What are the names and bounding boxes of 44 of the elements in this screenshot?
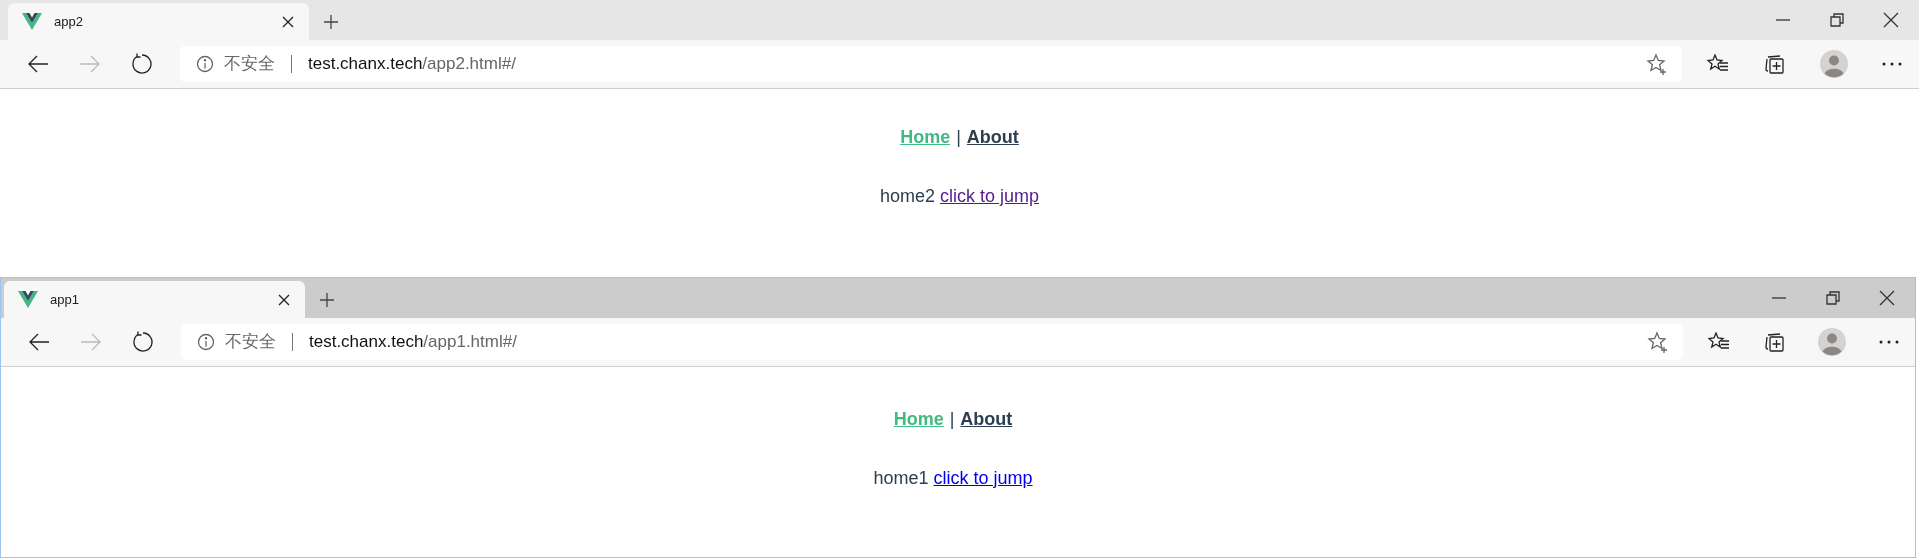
favorite-icon[interactable] bbox=[1646, 53, 1668, 75]
new-tab-icon[interactable] bbox=[319, 291, 335, 308]
avatar-icon[interactable] bbox=[1819, 50, 1848, 78]
url-text: test.chanx.tech/app1.html#/ bbox=[309, 331, 518, 354]
refresh-icon[interactable] bbox=[131, 53, 153, 75]
back-icon[interactable] bbox=[28, 332, 50, 352]
security-label: 不安全 bbox=[225, 331, 276, 354]
tab-title: app1 bbox=[50, 290, 80, 309]
close-icon[interactable] bbox=[281, 14, 295, 29]
browser-tab[interactable]: app2 bbox=[8, 3, 309, 40]
logo-icon bbox=[22, 13, 42, 30]
logo-icon bbox=[18, 291, 38, 308]
browser-tab[interactable]: app1 bbox=[4, 281, 305, 318]
info-icon[interactable] bbox=[196, 55, 214, 73]
favorite-icon[interactable] bbox=[1647, 331, 1669, 353]
address-bar[interactable]: 不安全 test.chanx.tech/app2.html#/ bbox=[180, 46, 1682, 82]
info-icon[interactable] bbox=[197, 333, 215, 351]
restore-icon[interactable] bbox=[1825, 290, 1841, 306]
restore-icon[interactable] bbox=[1829, 12, 1845, 28]
new-tab-icon[interactable] bbox=[323, 13, 339, 30]
tab-title: app2 bbox=[54, 12, 84, 31]
collections-icon[interactable] bbox=[1763, 53, 1786, 75]
address-bar[interactable]: 不安全 test.chanx.tech/app1.html#/ bbox=[181, 324, 1683, 360]
nav-separator: | bbox=[949, 408, 955, 431]
url-text: test.chanx.tech/app2.html#/ bbox=[308, 53, 517, 76]
more-icon[interactable] bbox=[1881, 62, 1902, 66]
page-text: home2 bbox=[879, 185, 935, 208]
nav-link[interactable]: About bbox=[960, 406, 1013, 433]
close-icon[interactable] bbox=[1883, 12, 1899, 28]
close-icon[interactable] bbox=[1879, 290, 1895, 306]
jump-link[interactable]: click to jump bbox=[933, 465, 1033, 492]
avatar-icon[interactable] bbox=[1817, 328, 1846, 356]
back-icon[interactable] bbox=[27, 54, 49, 74]
favorites-icon[interactable] bbox=[1707, 332, 1730, 352]
close-icon[interactable] bbox=[277, 292, 291, 307]
page-text: home1 bbox=[873, 467, 929, 490]
nav-separator: | bbox=[956, 126, 961, 149]
security-label: 不安全 bbox=[224, 53, 275, 76]
nav-link[interactable]: About bbox=[966, 124, 1019, 151]
refresh-icon[interactable] bbox=[132, 331, 154, 353]
more-icon[interactable] bbox=[1878, 340, 1899, 344]
collections-icon[interactable] bbox=[1762, 331, 1785, 353]
favorites-icon[interactable] bbox=[1707, 54, 1730, 74]
jump-link[interactable]: click to jump bbox=[940, 183, 1040, 210]
